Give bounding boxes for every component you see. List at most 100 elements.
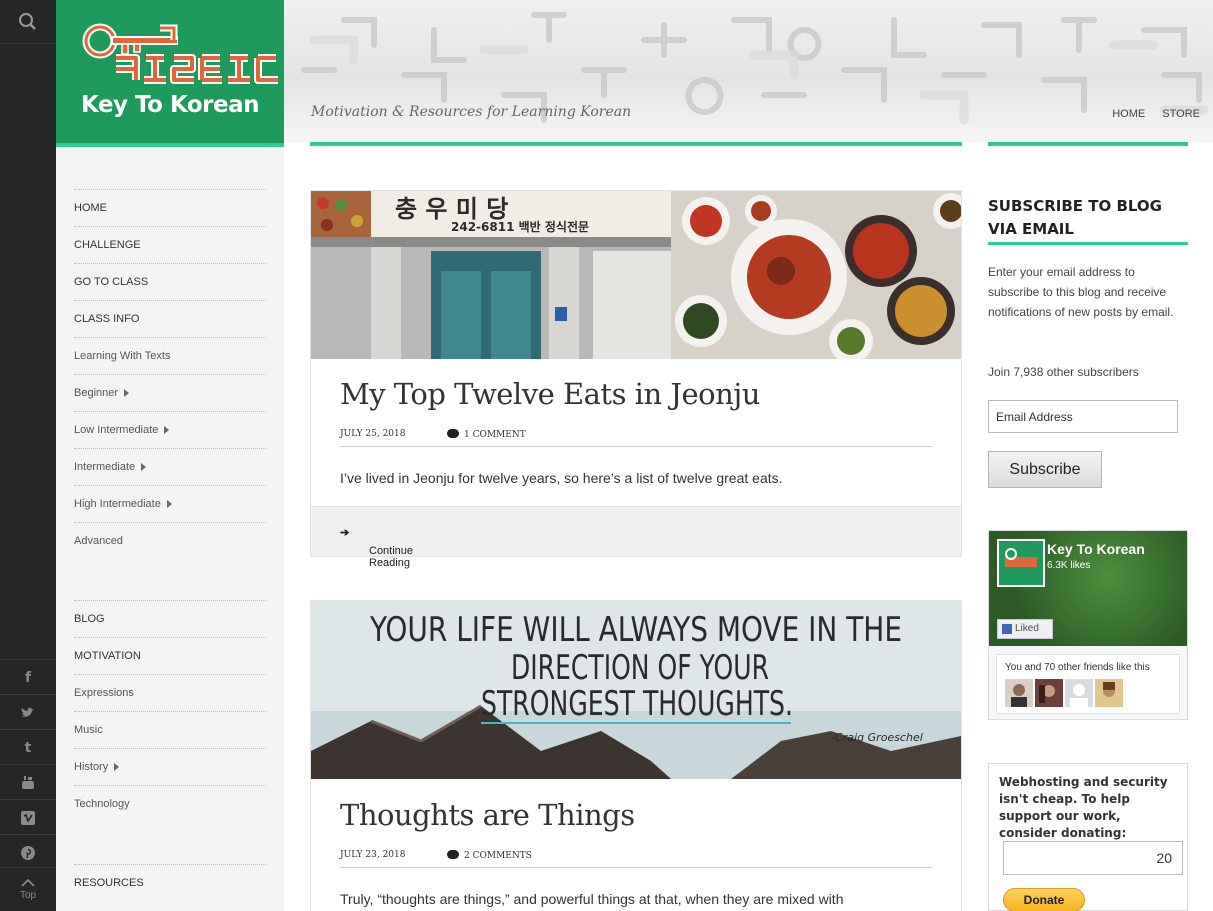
menu-item-challenge[interactable]: CHALLENGE	[74, 226, 266, 263]
back-to-top-button[interactable]: Top	[0, 867, 56, 911]
menu-item-label: MOTIVATION	[74, 650, 141, 662]
subscribe-heading: SUBSCRIBE TO BLOG VIA EMAIL	[988, 197, 1162, 238]
menu-item-class-info[interactable]: CLASS INFO	[74, 300, 266, 337]
search-button[interactable]	[0, 0, 56, 44]
post-meta: JULY 25, 2018 1 COMMENT	[340, 429, 932, 447]
friend-avatar[interactable]	[1065, 679, 1093, 707]
site-logo[interactable]	[56, 0, 284, 90]
site-tagline: Motivation & Resources for Learning Kore…	[311, 104, 632, 120]
continue-reading-link[interactable]: Continue Reading ➔	[340, 526, 413, 569]
resources-menu: RESOURCES	[74, 864, 266, 901]
menu-item-low-intermediate[interactable]: Low Intermediate	[74, 411, 266, 448]
post-thumbnail[interactable]: YOUR LIFE WILL ALWAYS MOVE IN THE DIRECT…	[311, 601, 961, 779]
topnav-home[interactable]: HOME	[1112, 108, 1145, 120]
post-card: 충 우 미 당 242-6811 백반 정식전문 My Top Twelve E…	[310, 190, 962, 569]
facebook-link[interactable]: f	[0, 659, 56, 693]
facebook-liked-button[interactable]: Liked	[997, 619, 1053, 639]
menu-item-high-intermediate[interactable]: High Intermediate	[74, 485, 266, 522]
tumblr-icon: t	[24, 740, 32, 756]
jeonju-food-image: 충 우 미 당 242-6811 백반 정식전문	[311, 191, 961, 359]
facebook-page-name[interactable]: Key To Korean	[1047, 541, 1145, 557]
menu-item-label: Beginner	[74, 387, 119, 399]
facebook-likes-count: 6.3K likes	[1047, 560, 1091, 571]
quote-line-2: DIRECTION OF YOUR	[511, 648, 769, 688]
twitter-link[interactable]	[0, 694, 56, 728]
quote-author: -Craig Groeschel	[831, 731, 923, 744]
topnav-store[interactable]: STORE	[1162, 108, 1200, 120]
post-title[interactable]: My Top Twelve Eats in Jeonju	[340, 377, 760, 411]
brand-accent-bar	[56, 143, 284, 147]
content-accent-bar	[310, 142, 962, 146]
facebook-friends-text: You and 70 other friends like this	[1005, 662, 1150, 673]
post-card: YOUR LIFE WILL ALWAYS MOVE IN THE DIRECT…	[310, 600, 962, 911]
site-header: Motivation & Resources for Learning Kore…	[284, 0, 1213, 143]
facebook-page-widget: Key To Korean 6.3K likes Liked You and 7…	[988, 530, 1188, 720]
post-thumbnail[interactable]: 충 우 미 당 242-6811 백반 정식전문	[311, 191, 961, 359]
comments-link[interactable]: 1 COMMENT	[447, 429, 526, 440]
menu-item-label: CLASS INFO	[74, 313, 140, 325]
menu-item-resources[interactable]: RESOURCES	[74, 864, 266, 901]
menu-item-beginner[interactable]: Beginner	[74, 374, 266, 411]
donate-widget: Webhosting and security isn't cheap. To …	[988, 763, 1188, 911]
menu-item-label: High Intermediate	[74, 498, 161, 510]
comments-count: 1 COMMENT	[464, 430, 526, 440]
comments-count: 2 COMMENTS	[464, 851, 532, 861]
menu-item-label: Low Intermediate	[74, 424, 159, 436]
menu-item-label: BLOG	[74, 613, 105, 625]
brand-header: Key To Korean	[56, 0, 284, 143]
caret-right-icon	[166, 500, 172, 509]
quote-image: YOUR LIFE WILL ALWAYS MOVE IN THE DIRECT…	[311, 601, 961, 779]
menu-item-history[interactable]: History	[74, 748, 266, 785]
nav-panel: Key To Korean HOME CHALLENGE GO TO CLASS CL…	[56, 0, 284, 911]
caret-right-icon	[114, 763, 120, 772]
vimeo-link[interactable]	[0, 799, 56, 833]
post-title[interactable]: Thoughts are Things	[340, 798, 635, 832]
svg-text:충 우 미 당: 충 우 미 당	[395, 195, 508, 223]
liked-label: Liked	[1015, 623, 1039, 634]
donation-amount-field[interactable]: 20	[1003, 841, 1183, 875]
menu-item-learning-with-texts[interactable]: Learning With Texts	[74, 337, 266, 374]
menu-item-go-to-class[interactable]: GO TO CLASS	[74, 263, 266, 300]
search-icon	[19, 13, 36, 30]
subscribe-heading-underline	[988, 242, 1188, 245]
caret-right-icon	[141, 463, 147, 472]
menu-item-label: CHALLENGE	[74, 239, 141, 251]
menu-item-intermediate[interactable]: Intermediate	[74, 448, 266, 485]
comment-icon	[447, 429, 459, 438]
youtube-icon	[22, 776, 34, 790]
menu-item-advanced[interactable]: Advanced	[74, 522, 266, 559]
social-rail: f t Top	[0, 0, 56, 911]
friend-avatar[interactable]	[1095, 679, 1123, 707]
menu-item-label: RESOURCES	[74, 877, 144, 889]
menu-item-music[interactable]: Music	[74, 711, 266, 748]
facebook-page-avatar[interactable]	[997, 539, 1045, 587]
site-title[interactable]: Key To Korean	[56, 92, 284, 118]
tumblr-link[interactable]: t	[0, 729, 56, 763]
facebook-icon: f	[24, 670, 32, 686]
subscribe-button[interactable]: Subscribe	[988, 451, 1102, 488]
menu-item-blog[interactable]: BLOG	[74, 600, 266, 637]
facebook-cover[interactable]: Key To Korean 6.3K likes Liked	[989, 531, 1187, 646]
donate-button[interactable]: Donate	[1003, 888, 1085, 911]
friend-avatar[interactable]	[1035, 679, 1063, 707]
menu-item-label: Learning With Texts	[74, 350, 171, 362]
pinterest-link[interactable]	[0, 834, 56, 868]
post-excerpt: Truly, “thoughts are things,” and powerf…	[340, 891, 844, 907]
menu-item-technology[interactable]: Technology	[74, 785, 266, 822]
menu-item-label: Intermediate	[74, 461, 136, 473]
menu-item-motivation[interactable]: MOTIVATION	[74, 637, 266, 674]
menu-item-expressions[interactable]: Expressions	[74, 674, 266, 711]
friend-avatar[interactable]	[1005, 679, 1033, 707]
quote-line-3: STRONGEST THOUGHTS.	[481, 684, 793, 724]
caret-right-icon	[164, 426, 170, 435]
menu-item-label: GO TO CLASS	[74, 276, 149, 288]
comments-link[interactable]: 2 COMMENTS	[447, 850, 532, 861]
post-date: JULY 25, 2018	[340, 429, 406, 439]
facebook-icon	[1002, 624, 1012, 634]
youtube-link[interactable]	[0, 764, 56, 798]
top-nav: HOME STORE	[1098, 108, 1200, 120]
menu-item-label: HOME	[74, 202, 107, 214]
email-field[interactable]: Email Address	[988, 400, 1178, 433]
subscriber-count: Join 7,938 other subscribers	[988, 365, 1139, 379]
menu-item-home[interactable]: HOME	[74, 189, 266, 226]
